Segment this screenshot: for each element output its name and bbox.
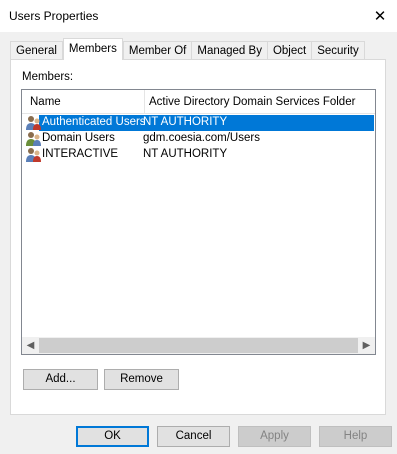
- tab-managed-by[interactable]: Managed By: [191, 41, 268, 60]
- scroll-left-icon[interactable]: ◀: [22, 337, 39, 354]
- member-name: Domain Users: [42, 132, 115, 144]
- tab-member-of[interactable]: Member Of: [122, 41, 193, 60]
- add-button[interactable]: Add...: [23, 369, 98, 390]
- horizontal-scrollbar[interactable]: ◀ ▶: [22, 337, 375, 354]
- cancel-button[interactable]: Cancel: [157, 426, 230, 447]
- list-item[interactable]: Authenticated Users NT AUTHORITY: [23, 115, 374, 131]
- close-button[interactable]: ✕: [363, 0, 397, 32]
- scroll-right-icon[interactable]: ▶: [358, 337, 375, 354]
- tab-strip: General Members Member Of Managed By Obj…: [10, 38, 365, 60]
- list-item[interactable]: INTERACTIVE NT AUTHORITY: [23, 147, 374, 163]
- ok-button[interactable]: OK: [76, 426, 149, 447]
- members-list[interactable]: Name Active Directory Domain Services Fo…: [21, 89, 376, 355]
- scrollbar-thumb[interactable]: [39, 338, 358, 353]
- member-folder: gdm.coesia.com/Users: [143, 132, 260, 144]
- column-header-folder[interactable]: Active Directory Domain Services Folder: [149, 96, 355, 108]
- column-header-name[interactable]: Name: [30, 96, 61, 108]
- close-icon: ✕: [373, 8, 387, 25]
- tab-general[interactable]: General: [10, 41, 63, 60]
- members-label: Members:: [22, 71, 74, 83]
- list-header: Name Active Directory Domain Services Fo…: [22, 90, 375, 114]
- tab-members[interactable]: Members: [62, 38, 123, 60]
- apply-button[interactable]: Apply: [238, 426, 311, 447]
- tab-object[interactable]: Object: [266, 41, 313, 60]
- members-panel: Members: Name Active Directory Domain Se…: [10, 59, 386, 415]
- tab-security[interactable]: Security: [311, 41, 365, 60]
- title-bar: Users Properties ✕: [0, 0, 397, 32]
- list-item[interactable]: Domain Users gdm.coesia.com/Users: [23, 131, 374, 147]
- member-name: Authenticated Users: [42, 116, 146, 128]
- remove-button[interactable]: Remove: [104, 369, 179, 390]
- member-folder: NT AUTHORITY: [143, 148, 228, 160]
- properties-dialog: Users Properties ✕ General Members Membe…: [0, 0, 397, 454]
- member-folder: NT AUTHORITY: [143, 116, 228, 128]
- help-button[interactable]: Help: [319, 426, 392, 447]
- column-separator[interactable]: [144, 90, 145, 114]
- window-title: Users Properties: [9, 9, 99, 23]
- member-name: INTERACTIVE: [42, 148, 119, 160]
